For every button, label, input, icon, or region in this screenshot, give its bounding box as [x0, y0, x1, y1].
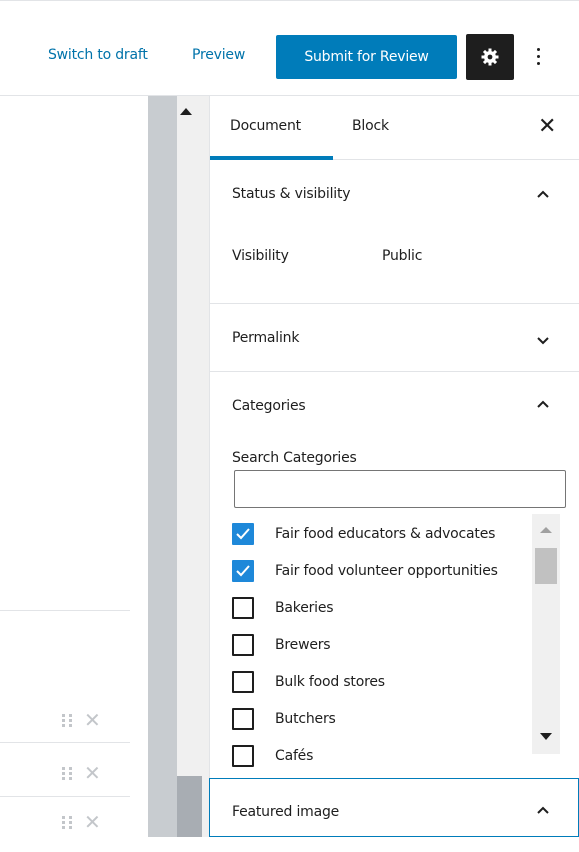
drag-handle-icon[interactable]: [62, 765, 74, 781]
checkbox[interactable]: [232, 597, 254, 619]
category-label: Bakeries: [275, 600, 334, 616]
settings-sidebar: Document Block ✕ Status & visibility Vis…: [209, 96, 579, 837]
chevron-up-icon: [537, 190, 549, 198]
search-categories-label: Search Categories: [232, 450, 357, 466]
chevron-up-icon: [537, 806, 549, 814]
checkbox[interactable]: [232, 708, 254, 730]
block-row-controls: ✕: [62, 812, 118, 832]
category-item[interactable]: Bakeries: [232, 596, 334, 620]
category-label: Fair food educators & advocates: [275, 526, 496, 542]
checkmark-icon: [236, 565, 250, 577]
visibility-label: Visibility: [232, 248, 289, 264]
checkmark-icon: [236, 528, 250, 540]
block-divider: [0, 796, 130, 797]
submit-for-review-button[interactable]: Submit for Review: [276, 35, 457, 79]
block-divider: [0, 610, 130, 611]
tab-document[interactable]: Document: [230, 118, 301, 134]
category-label: Bulk food stores: [275, 674, 385, 690]
panel-title: Status & visibility: [232, 186, 351, 202]
active-tab-indicator: [210, 156, 333, 160]
remove-icon[interactable]: ✕: [84, 763, 101, 783]
drag-handle-icon[interactable]: [62, 814, 74, 830]
featured-image-header[interactable]: Featured image: [209, 778, 579, 837]
panel-divider: [210, 371, 579, 372]
category-label: Brewers: [275, 637, 331, 653]
block-row-controls: ✕: [62, 763, 118, 783]
checkbox-checked[interactable]: [232, 560, 254, 582]
category-label: Butchers: [275, 711, 336, 727]
visibility-value[interactable]: Public: [382, 248, 422, 264]
permalink-header[interactable]: Permalink: [210, 330, 579, 350]
close-icon[interactable]: ✕: [538, 114, 556, 139]
editor-canvas: ✕ ✕ ✕: [0, 96, 148, 837]
categories-scrollbar-thumb[interactable]: [535, 548, 557, 584]
chevron-up-icon: [537, 400, 549, 408]
search-categories-input[interactable]: [234, 470, 566, 508]
sidebar-scrollbar-thumb[interactable]: [177, 776, 202, 837]
scroll-up-arrow-icon[interactable]: [180, 108, 192, 115]
panel-divider: [210, 303, 579, 304]
block-row-controls: ✕: [62, 710, 118, 730]
category-item[interactable]: Fair food volunteer opportunities: [232, 559, 498, 583]
category-item[interactable]: Brewers: [232, 633, 331, 657]
preview-link[interactable]: Preview: [192, 47, 245, 63]
categories-header[interactable]: Categories: [210, 398, 579, 418]
tab-block[interactable]: Block: [352, 118, 389, 134]
switch-to-draft-link[interactable]: Switch to draft: [48, 47, 148, 63]
panel-title: Permalink: [232, 330, 300, 346]
settings-button[interactable]: [466, 34, 514, 80]
category-item[interactable]: Fair food educators & advocates: [232, 522, 495, 546]
scroll-up-arrow-icon[interactable]: [540, 527, 552, 533]
drag-handle-icon[interactable]: [62, 712, 74, 728]
checkbox-checked[interactable]: [232, 523, 254, 545]
scroll-down-arrow-icon[interactable]: [540, 733, 552, 740]
category-item[interactable]: Bulk food stores: [232, 670, 385, 694]
sidebar-tabs: Document Block ✕: [210, 96, 579, 160]
sidebar-scrollbar-track[interactable]: [177, 96, 209, 837]
gear-icon: [481, 48, 499, 66]
remove-icon[interactable]: ✕: [84, 812, 101, 832]
remove-icon[interactable]: ✕: [84, 710, 101, 730]
status-visibility-header[interactable]: Status & visibility: [210, 186, 579, 206]
category-item[interactable]: Cafés: [232, 744, 313, 768]
block-divider: [0, 742, 130, 743]
panel-title: Categories: [232, 398, 306, 414]
checkbox[interactable]: [232, 671, 254, 693]
panel-title: Featured image: [232, 804, 340, 820]
editor-header: Switch to draft Preview Submit for Revie…: [0, 0, 579, 96]
chevron-down-icon: [537, 337, 549, 345]
more-options-button[interactable]: [526, 39, 550, 73]
category-label: Fair food volunteer opportunities: [275, 563, 498, 579]
editor-scrollbar-track[interactable]: [148, 96, 177, 837]
category-item[interactable]: Butchers: [232, 707, 336, 731]
category-label: Cafés: [275, 748, 314, 764]
checkbox[interactable]: [232, 745, 254, 767]
vertical-ellipsis-icon: [536, 47, 540, 51]
checkbox[interactable]: [232, 634, 254, 656]
